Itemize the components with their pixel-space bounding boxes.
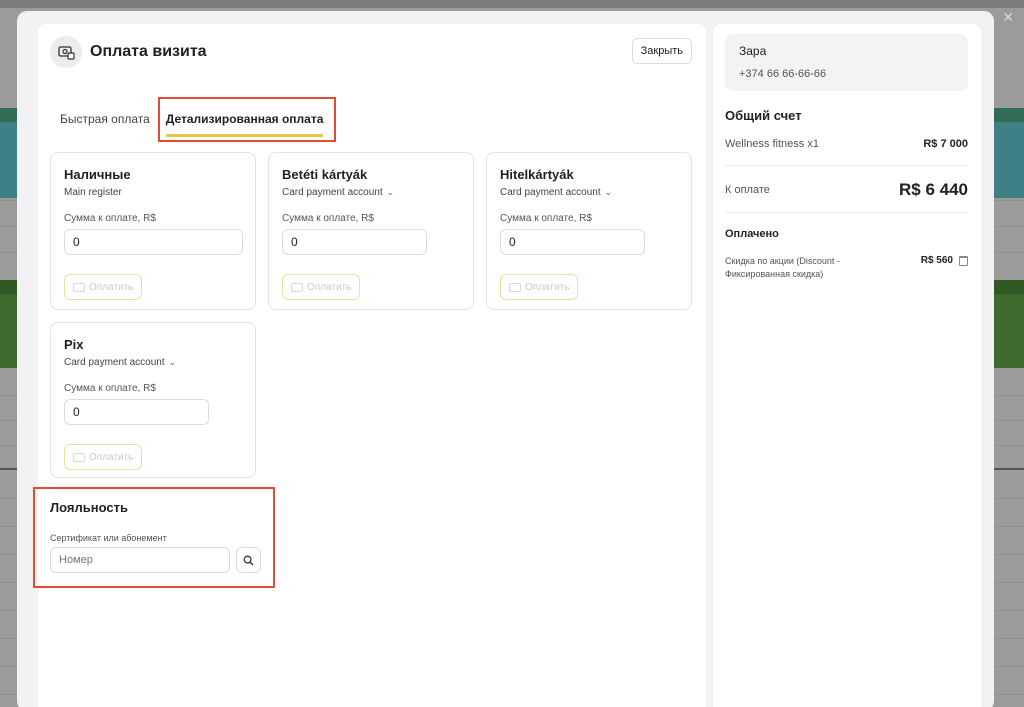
divider [725, 212, 968, 213]
payment-account: Main register [64, 187, 122, 198]
tab-quick-payment[interactable]: Быстрая оплата [60, 112, 150, 137]
payment-dialog: Оплата визита Закрыть Быстрая оплата Дет… [17, 11, 994, 707]
overlay-close-icon[interactable]: ✕ [1002, 10, 1014, 26]
chevron-down-icon: ⌄ [168, 357, 177, 367]
payment-method-name: Hitelkártyák [500, 167, 574, 182]
pay-button[interactable]: Оплатить [64, 274, 143, 300]
discount-description: Скидка по акции (Discount - Фиксированна… [725, 256, 840, 279]
chevron-down-icon: ⌄ [604, 187, 613, 197]
account-dropdown[interactable]: Card payment account ⌄ [500, 187, 612, 198]
trash-icon[interactable] [959, 256, 968, 266]
pay-button[interactable]: Оплатить [500, 274, 579, 300]
payment-card-cash: Наличные Main register Сумма к оплате, R… [50, 152, 256, 310]
amount-label: Сумма к оплате, R$ [64, 213, 156, 224]
divider [725, 165, 968, 166]
client-card[interactable]: Зара +374 66 66-66-66 [725, 34, 968, 91]
account-dropdown[interactable]: Card payment account ⌄ [64, 357, 176, 368]
summary-panel: Зара +374 66 66-66-66 Общий счет Wellnes… [713, 24, 981, 707]
dialog-header: Оплата визита [50, 36, 207, 68]
bill-item-amount: R$ 7 000 [923, 138, 968, 150]
payment-card-credit: Hitelkártyák Card payment account ⌄ Сумма… [486, 152, 692, 310]
payment-method-name: Наличные [64, 167, 131, 182]
payment-icon [50, 36, 82, 68]
client-name: Зара [739, 44, 767, 58]
client-phone: +374 66 66-66-66 [739, 68, 827, 80]
payment-method-name: Pix [64, 337, 84, 352]
payment-card-pix: Pix Card payment account ⌄ Сумма к оплате… [50, 322, 256, 478]
amount-input[interactable]: 0 [500, 229, 645, 255]
card-icon [509, 282, 521, 292]
highlight-box-tabs [158, 97, 336, 142]
paid-item: Скидка по акции (Discount - Фиксированна… [725, 255, 968, 281]
amount-label: Сумма к оплате, R$ [500, 213, 592, 224]
due-label: К оплате [725, 184, 770, 196]
pay-button[interactable]: Оплатить [282, 274, 361, 300]
bill-item: Wellness fitness x1 R$ 7 000 [725, 138, 968, 150]
dialog-title: Оплата визита [90, 43, 207, 60]
card-icon [291, 282, 303, 292]
payment-method-name: Betéti kártyák [282, 167, 368, 182]
due-row: К оплате R$ 6 440 [725, 180, 968, 200]
paid-title: Оплачено [725, 228, 779, 240]
wallet-icon [73, 282, 85, 292]
bill-item-name: Wellness fitness x1 [725, 138, 819, 150]
amount-label: Сумма к оплате, R$ [282, 213, 374, 224]
chevron-down-icon: ⌄ [386, 187, 395, 197]
amount-input[interactable]: 0 [282, 229, 427, 255]
payment-panel: Оплата визита Закрыть Быстрая оплата Дет… [33, 24, 706, 707]
amount-label: Сумма к оплате, R$ [64, 383, 156, 394]
account-dropdown[interactable]: Card payment account ⌄ [282, 187, 394, 198]
close-button[interactable]: Закрыть [631, 38, 692, 64]
pay-button[interactable]: Оплатить [64, 444, 143, 470]
amount-input[interactable]: 0 [64, 229, 243, 255]
due-amount: R$ 6 440 [899, 180, 968, 199]
amount-input[interactable]: 0 [64, 399, 209, 425]
payment-card-debit: Betéti kártyák Card payment account ⌄ Сум… [268, 152, 474, 310]
bill-title: Общий счет [725, 108, 802, 123]
discount-amount: R$ 560 [920, 255, 953, 266]
card-icon [73, 452, 85, 462]
highlight-box-loyalty [33, 487, 275, 588]
